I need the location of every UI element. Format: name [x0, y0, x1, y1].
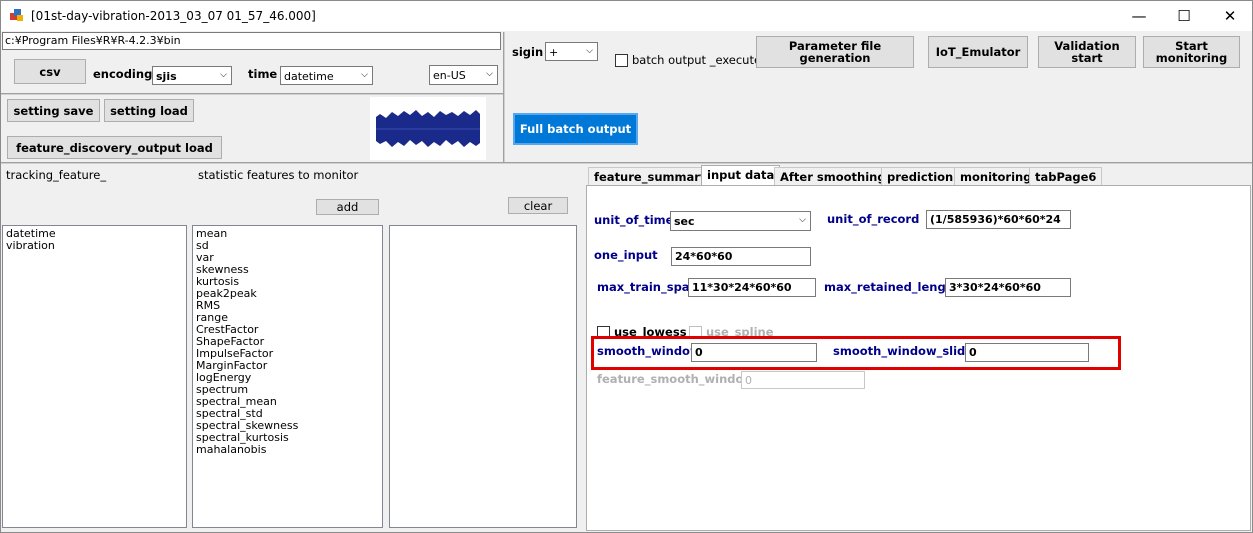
- statistic-features-list[interactable]: mean sd var skewness kurtosis peak2peak …: [192, 225, 383, 528]
- time-select[interactable]: datetime ⌵: [280, 66, 373, 85]
- validation-start-button[interactable]: Validation start: [1038, 36, 1136, 68]
- sigin-select[interactable]: + ⌵: [545, 42, 598, 61]
- setting-load-button[interactable]: setting load: [104, 99, 194, 122]
- tracking-feature-label: tracking_feature_: [6, 168, 107, 182]
- max-retained-length-label: max_retained_length: [824, 280, 960, 294]
- add-button[interactable]: add: [316, 199, 379, 215]
- setting-save-button[interactable]: setting save: [7, 99, 100, 122]
- r-path-input[interactable]: c:¥Program Files¥R¥R-4.2.3¥bin: [2, 32, 501, 50]
- smooth-window-label: smooth_window: [597, 344, 701, 358]
- parameter-file-generation-button[interactable]: Parameter file generation: [756, 36, 914, 68]
- smooth-window-slide-input[interactable]: 0: [965, 343, 1089, 362]
- unit-of-record-label: unit_of_record: [827, 212, 920, 226]
- unit-of-time-label: unit_of_time: [594, 213, 674, 227]
- close-button[interactable]: ✕: [1207, 1, 1253, 31]
- chevron-down-icon: ⌵: [220, 70, 227, 80]
- feature-smooth-window-input[interactable]: 0: [741, 371, 865, 389]
- one-input-input[interactable]: 24*60*60: [671, 247, 811, 266]
- clear-button[interactable]: clear: [508, 197, 568, 214]
- title-bar: [01st-day-vibration-2013_03_07 01_57_46.…: [1, 1, 1252, 31]
- minimize-button[interactable]: —: [1116, 1, 1162, 31]
- csv-button[interactable]: csv: [14, 59, 86, 84]
- chevron-down-icon: ⌵: [586, 46, 593, 56]
- tab-input-data[interactable]: input data: [701, 165, 781, 186]
- feature-smooth-window-label: feature_smooth_window: [597, 372, 755, 386]
- app-window: [01st-day-vibration-2013_03_07 01_57_46.…: [0, 0, 1253, 533]
- maximize-button[interactable]: ☐: [1161, 1, 1207, 31]
- statistic-features-label: statistic features to monitor: [198, 168, 359, 182]
- list-item[interactable]: vibration: [6, 240, 183, 252]
- tab-monitoring[interactable]: monitoring: [954, 167, 1038, 185]
- chevron-down-icon: ⌵: [799, 215, 806, 225]
- time-label: time: [248, 67, 278, 81]
- tab-prediction[interactable]: prediction: [881, 167, 960, 185]
- chevron-down-icon: ⌵: [486, 69, 493, 79]
- encoding-label: encoding: [93, 67, 153, 81]
- divider: [503, 32, 505, 163]
- list-item[interactable]: sd: [196, 240, 379, 252]
- smooth-window-input[interactable]: 0: [691, 343, 817, 362]
- smooth-window-slide-label: smooth_window_slide: [833, 344, 974, 358]
- sigin-value: +: [549, 46, 559, 59]
- app-icon: [10, 9, 23, 21]
- tracking-feature-list[interactable]: datetime vibration: [2, 225, 187, 528]
- max-train-span-input[interactable]: 11*30*24*60*60: [688, 278, 816, 297]
- list-item[interactable]: mahalanobis: [196, 444, 379, 456]
- unit-of-time-select[interactable]: sec ⌵: [670, 211, 811, 231]
- tab-after-smoothing[interactable]: After smoothing: [774, 167, 892, 185]
- selected-features-list[interactable]: [389, 225, 577, 528]
- encoding-select[interactable]: sjis ⌵: [152, 66, 232, 85]
- encoding-value: sjis: [156, 70, 177, 83]
- batch-execute-checkbox[interactable]: [615, 54, 628, 67]
- tab-tabpage6[interactable]: tabPage6: [1029, 167, 1103, 185]
- max-train-span-label: max_train_span: [597, 280, 698, 294]
- feature-discovery-load-button[interactable]: feature_discovery_output load: [7, 136, 222, 159]
- sigin-label: sigin: [512, 45, 544, 59]
- batch-execute-label: batch output _execute: [632, 53, 762, 67]
- window-title: [01st-day-vibration-2013_03_07 01_57_46.…: [31, 9, 316, 23]
- max-retained-length-input[interactable]: 3*30*24*60*60: [945, 278, 1071, 297]
- time-value: datetime: [284, 70, 334, 83]
- tab-feature-summary[interactable]: feature_summary: [588, 167, 714, 185]
- unit-of-time-value: sec: [674, 215, 695, 228]
- locale-value: en-US: [433, 69, 466, 82]
- full-batch-output-button[interactable]: Full batch output: [513, 113, 638, 145]
- iot-emulator-button[interactable]: IoT_Emulator: [928, 36, 1028, 68]
- vibration-waveform-thumbnail: [370, 97, 486, 160]
- start-monitoring-button[interactable]: Start monitoring: [1143, 36, 1240, 68]
- locale-select[interactable]: en-US ⌵: [429, 65, 498, 85]
- list-item[interactable]: peak2peak: [196, 288, 379, 300]
- list-item[interactable]: mean: [196, 228, 379, 240]
- divider: [1, 162, 1252, 164]
- one-input-label: one_input: [594, 248, 658, 262]
- unit-of-record-input[interactable]: (1/585936)*60*60*24: [926, 210, 1071, 229]
- divider: [1, 93, 504, 95]
- chevron-down-icon: ⌵: [361, 70, 368, 80]
